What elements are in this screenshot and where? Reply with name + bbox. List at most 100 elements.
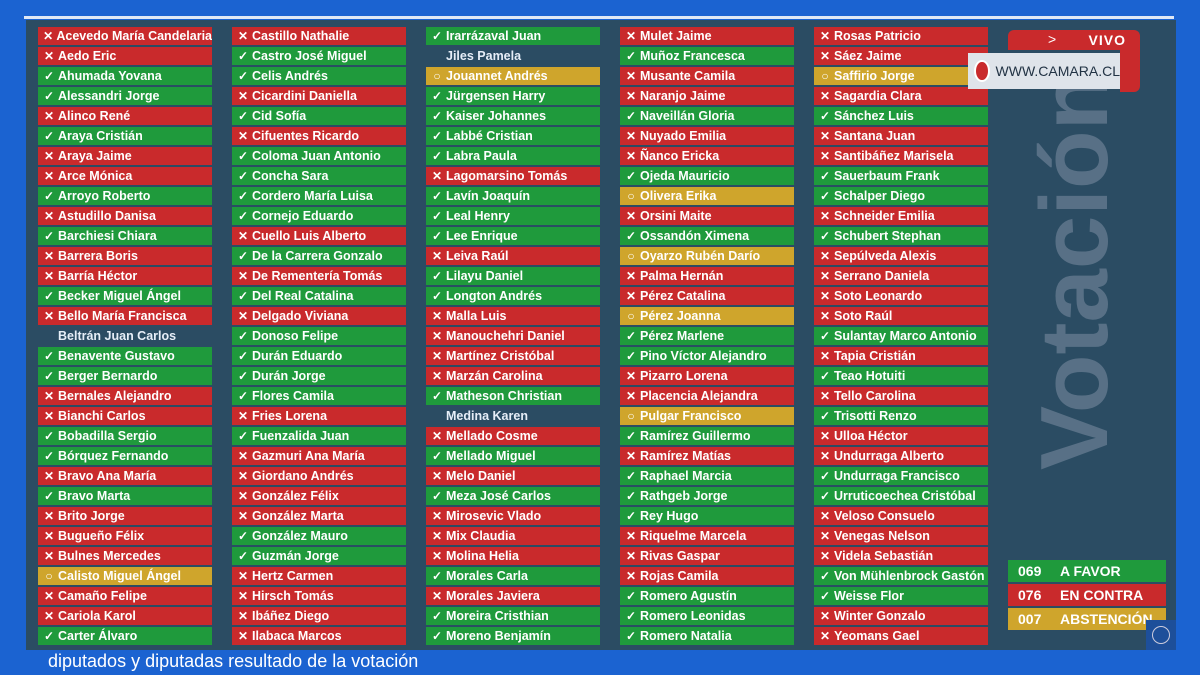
deputy-row: ✕ Bugueño Félix — [38, 527, 212, 545]
deputy-name: Undurraga Alberto — [834, 449, 944, 463]
deputy-name: Jiles Pamela — [446, 49, 522, 63]
deputy-name: Urruticoechea Cristóbal — [834, 489, 976, 503]
check-icon: ✓ — [625, 589, 637, 603]
deputy-row: ✓ Flores Camila — [232, 387, 406, 405]
caption: diputados y diputadas resultado de la vo… — [48, 651, 419, 671]
deputy-row: ✕ Hertz Carmen — [232, 567, 406, 585]
deputy-name: Bravo Marta — [58, 489, 131, 503]
deputy-name: Calisto Miguel Ángel — [58, 569, 181, 583]
deputy-name: González Félix — [252, 489, 339, 503]
deputy-name: Mix Claudia — [446, 529, 516, 543]
check-icon: ✓ — [43, 369, 55, 383]
check-icon: ✓ — [819, 369, 831, 383]
deputy-row: ✓ Trisotti Renzo — [814, 407, 988, 425]
deputy-row: ✓ Donoso Felipe — [232, 327, 406, 345]
check-icon: ✓ — [625, 229, 637, 243]
deputy-name: Sepúlveda Alexis — [834, 249, 937, 263]
deputy-row: ✓ Sánchez Luis — [814, 107, 988, 125]
deputy-name: Cuello Luis Alberto — [252, 229, 367, 243]
deputy-name: Hirsch Tomás — [252, 589, 334, 603]
deputy-name: Molina Helia — [446, 549, 519, 563]
deputy-name: Pérez Marlene — [640, 329, 725, 343]
deputy-row: ✕ Cuello Luis Alberto — [232, 227, 406, 245]
deputy-name: Pérez Catalina — [640, 289, 726, 303]
deputy-row: ✕ Bravo Ana María — [38, 467, 212, 485]
deputy-name: Marzán Carolina — [446, 369, 543, 383]
deputy-row: ✕ Martínez Cristóbal — [426, 347, 600, 365]
check-icon: ✓ — [431, 609, 443, 623]
deputy-name: Cid Sofía — [252, 109, 307, 123]
deputy-row: ✓ Longton Andrés — [426, 287, 600, 305]
deputy-name: Pino Víctor Alejandro — [640, 349, 767, 363]
check-icon: ✓ — [237, 529, 249, 543]
check-icon: ✓ — [237, 329, 249, 343]
check-icon: ✓ — [431, 229, 443, 243]
check-icon: ✓ — [237, 69, 249, 83]
cross-icon: ✕ — [819, 149, 831, 163]
total-contra: 076 EN CONTRA — [1008, 584, 1166, 606]
deputy-row: ✓ De la Carrera Gonzalo — [232, 247, 406, 265]
deputy-row: Jiles Pamela — [426, 47, 600, 65]
deputy-name: Giordano Andrés — [252, 469, 354, 483]
deputy-row: ✕ González Félix — [232, 487, 406, 505]
check-icon: ✓ — [43, 349, 55, 363]
cross-icon: ✕ — [237, 629, 249, 643]
deputy-name: Astudillo Danisa — [58, 209, 156, 223]
deputy-row: ✓ Urruticoechea Cristóbal — [814, 487, 988, 505]
deputy-row: ○ Saffirio Jorge — [814, 67, 988, 85]
deputy-name: Bugueño Félix — [58, 529, 145, 543]
deputy-name: Acevedo María Candelaria — [56, 29, 212, 43]
deputy-name: Longton Andrés — [446, 289, 543, 303]
deputy-name: Manouchehri Daniel — [446, 329, 565, 343]
deputy-row: ✕ Santana Juan — [814, 127, 988, 145]
deputy-name: Brito Jorge — [58, 509, 125, 523]
deputy-row: ✕ Tapia Cristián — [814, 347, 988, 365]
cross-icon: ✕ — [43, 409, 55, 423]
deputy-name: Ñanco Ericka — [640, 149, 720, 163]
cross-icon: ✕ — [625, 449, 637, 463]
deputy-name: Santana Juan — [834, 129, 916, 143]
cross-icon: ✕ — [237, 309, 249, 323]
deputy-name: Cornejo Eduardo — [252, 209, 354, 223]
cross-icon: ✕ — [431, 529, 443, 543]
deputy-row: ✓ Romero Leonidas — [620, 607, 794, 625]
cross-icon: ✕ — [237, 509, 249, 523]
deputy-name: Bianchi Carlos — [58, 409, 146, 423]
deputy-row: ✓ Schubert Stephan — [814, 227, 988, 245]
deputy-row: ✓ Labra Paula — [426, 147, 600, 165]
cross-icon: ✕ — [819, 429, 831, 443]
deputy-name: Aedo Eric — [58, 49, 117, 63]
cross-icon: ✕ — [819, 49, 831, 63]
deputy-row: ✓ Pérez Marlene — [620, 327, 794, 345]
deputy-name: Sánchez Luis — [834, 109, 914, 123]
deputy-name: Bulnes Mercedes — [58, 549, 161, 563]
total-label: A FAVOR — [1060, 563, 1121, 579]
deputy-row: ✓ Schalper Diego — [814, 187, 988, 205]
deputy-row: ✓ Becker Miguel Ángel — [38, 287, 212, 305]
check-icon: ✓ — [431, 149, 443, 163]
deputy-row: ✕ Bernales Alejandro — [38, 387, 212, 405]
check-icon: ✓ — [43, 289, 55, 303]
deputy-row: ○ Pérez Joanna — [620, 307, 794, 325]
deputy-name: Romero Agustín — [640, 589, 737, 603]
deputy-row: ✓ Teao Hotuiti — [814, 367, 988, 385]
deputy-row: ✓ Durán Eduardo — [232, 347, 406, 365]
deputy-name: Matheson Christian — [446, 389, 562, 403]
deputies-column: ✕ Castillo Nathalie ✓ Castro José Miguel ✓ Ce… — [232, 27, 406, 647]
deputy-row: ✓ Durán Jorge — [232, 367, 406, 385]
deputy-name: Fuenzalida Juan — [252, 429, 350, 443]
cross-icon: ✕ — [431, 249, 443, 263]
deputy-name: Leal Henry — [446, 209, 510, 223]
deputy-name: Lavín Joaquín — [446, 189, 531, 203]
cross-icon: ✕ — [819, 309, 831, 323]
total-abstencion: 007 ABSTENCIÓN — [1008, 608, 1166, 630]
cross-icon: ✕ — [237, 269, 249, 283]
deputy-row: ✕ Sáez Jaime — [814, 47, 988, 65]
deputy-name: Cifuentes Ricardo — [252, 129, 359, 143]
cross-icon: ✕ — [237, 229, 249, 243]
deputy-name: Musante Camila — [640, 69, 736, 83]
deputy-name: Celis Andrés — [252, 69, 328, 83]
deputy-row: ✕ Tello Carolina — [814, 387, 988, 405]
cross-icon: ✕ — [625, 549, 637, 563]
deputy-row: ✕ Rojas Camila — [620, 567, 794, 585]
